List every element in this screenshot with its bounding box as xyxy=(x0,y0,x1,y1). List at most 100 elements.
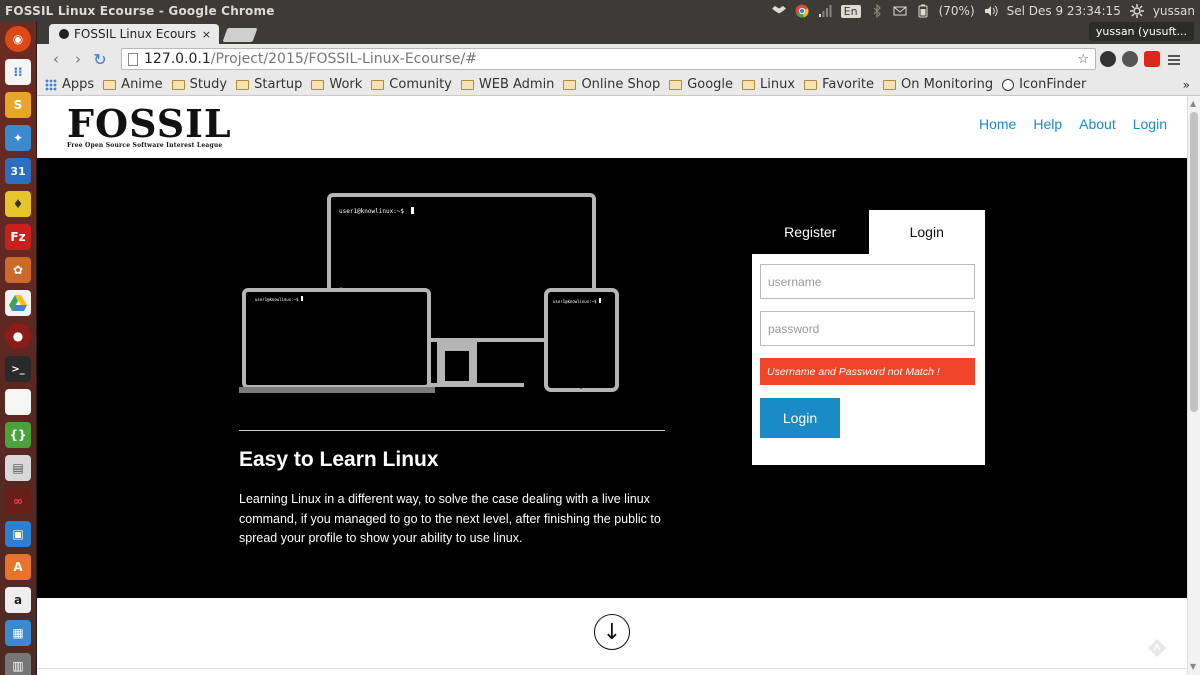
bookmark-label: Startup xyxy=(254,77,303,92)
software-center-icon[interactable]: A xyxy=(5,554,31,580)
close-icon[interactable]: × xyxy=(202,28,211,41)
page-scrollbar[interactable]: ▲ ▼ xyxy=(1187,96,1200,675)
network-signal-icon[interactable] xyxy=(818,4,832,18)
extension-icon[interactable] xyxy=(1100,51,1116,67)
bookmark-label: Anime xyxy=(121,77,163,92)
sublime-icon[interactable]: S xyxy=(5,92,31,118)
scroll-down-arrow-icon[interactable]: ▼ xyxy=(1190,662,1196,671)
compass-icon[interactable]: ✦ xyxy=(5,125,31,151)
tab-login[interactable]: Login xyxy=(868,210,985,254)
bookmark-label: Apps xyxy=(62,77,95,92)
tablet-terminal-prompt: user1@knowlinux:~$ xyxy=(553,299,597,304)
mail-icon[interactable] xyxy=(893,4,907,18)
fossil-favicon-icon xyxy=(59,29,69,39)
nav-link-about[interactable]: About xyxy=(1079,116,1116,132)
section-divider xyxy=(37,668,1187,669)
browser-tab[interactable]: FOSSIL Linux Ecours × xyxy=(49,24,219,44)
bookmark-item[interactable]: Google xyxy=(669,77,733,92)
trash-icon[interactable]: ▥ xyxy=(5,653,31,675)
bookmark-label: Google xyxy=(687,77,734,92)
folder-icon xyxy=(371,79,385,90)
keyboard-language-indicator[interactable]: En xyxy=(840,4,861,18)
bookmark-star-icon[interactable]: ☆ xyxy=(1077,52,1095,67)
bookmark-label: IconFinder xyxy=(1019,77,1087,92)
terminal-icon[interactable]: >_ xyxy=(5,356,31,382)
os-top-panel: FOSSIL Linux Ecourse - Google Chrome En … xyxy=(0,0,1200,22)
filezilla-icon[interactable]: Fz xyxy=(5,224,31,250)
folder-icon xyxy=(171,79,185,90)
clock[interactable]: Sel Des 9 23:34:15 xyxy=(1007,4,1121,18)
github-icon[interactable]: ● xyxy=(5,323,31,349)
bookmark-item[interactable]: WEB Admin xyxy=(460,77,554,92)
workspace-switcher-icon[interactable]: ▦ xyxy=(5,620,31,646)
gimp-icon[interactable]: ✿ xyxy=(5,257,31,283)
notes-icon[interactable]: ♦ xyxy=(5,191,31,217)
ubuntu-dash-icon[interactable]: ◉ xyxy=(5,26,31,52)
bookmarks-overflow-button[interactable]: » xyxy=(1183,78,1200,92)
devices-illustration: user1@knowlinux:~$ user1@knowlinux:~$ us… xyxy=(239,193,619,393)
login-button[interactable]: Login xyxy=(760,398,840,438)
bookmark-item[interactable]: Apps xyxy=(45,77,94,92)
scroll-up-icon[interactable]: ▲ xyxy=(1190,99,1196,108)
tab-title: FOSSIL Linux Ecours xyxy=(74,27,197,41)
nav-link-login[interactable]: Login xyxy=(1133,116,1167,132)
gear-icon[interactable] xyxy=(1129,4,1144,18)
glasses-icon[interactable]: ∞ xyxy=(5,488,31,514)
scroll-down-icon[interactable]: ↓ xyxy=(594,614,630,650)
folder-icon xyxy=(563,79,577,90)
volume-icon[interactable] xyxy=(984,4,998,18)
bookmark-item[interactable]: Startup xyxy=(236,77,302,92)
iconfinder-icon xyxy=(1002,78,1015,91)
flipboard-icon[interactable] xyxy=(1144,51,1160,67)
reload-icon[interactable]: ↻ xyxy=(89,50,111,69)
bookmark-label: Linux xyxy=(760,77,796,92)
screenshot-icon[interactable]: ▣ xyxy=(5,521,31,547)
new-tab-button[interactable] xyxy=(222,28,258,42)
bookmark-item[interactable]: Work xyxy=(311,77,362,92)
profile-button[interactable]: yussan (yusuft... xyxy=(1088,22,1194,41)
tab-register[interactable]: Register xyxy=(752,210,869,254)
files-icon[interactable]: ▤ xyxy=(5,455,31,481)
menu-icon[interactable] xyxy=(1167,52,1181,66)
bookmark-item[interactable]: Comunity xyxy=(371,77,452,92)
chrome-icon[interactable] xyxy=(795,4,809,18)
bookmark-label: Work xyxy=(329,77,363,92)
os-username[interactable]: yussan xyxy=(1153,4,1195,18)
battery-icon[interactable] xyxy=(916,4,930,18)
site-nav: Home Help About Login xyxy=(979,116,1167,132)
amazon-icon[interactable]: a xyxy=(5,587,31,613)
bookmark-item[interactable]: IconFinder xyxy=(1002,77,1086,92)
username-input[interactable] xyxy=(760,264,975,299)
bookmark-item[interactable]: On Monitoring xyxy=(883,77,993,92)
text-editor-icon[interactable] xyxy=(5,389,31,415)
forward-icon[interactable]: › xyxy=(67,50,89,68)
bookmark-item[interactable]: Favorite xyxy=(804,77,874,92)
bookmark-item[interactable]: Online Shop xyxy=(563,77,660,92)
bookmark-label: On Monitoring xyxy=(901,77,994,92)
back-to-top-icon[interactable] xyxy=(1147,638,1167,658)
nav-link-help[interactable]: Help xyxy=(1033,116,1062,132)
login-card: Register Login Username and Password not… xyxy=(752,210,985,465)
brackets-icon[interactable]: {} xyxy=(5,422,31,448)
back-icon[interactable]: ‹ xyxy=(45,50,67,68)
nav-link-home[interactable]: Home xyxy=(979,116,1016,132)
google-drive-icon[interactable] xyxy=(5,290,31,316)
clock-extension-icon[interactable] xyxy=(1122,51,1138,67)
bookmark-item[interactable]: Linux xyxy=(742,77,795,92)
bookmark-item[interactable]: Study xyxy=(171,77,227,92)
bluetooth-icon[interactable] xyxy=(870,3,884,19)
chrome-apps-icon[interactable]: ⁝⁝ xyxy=(5,59,31,85)
logo-tagline: Free Open Source Software Interest Leagu… xyxy=(67,142,223,149)
scrollbar-thumb[interactable] xyxy=(1190,112,1198,412)
bookmark-item[interactable]: Anime xyxy=(103,77,163,92)
url-path: /Project/2015/FOSSIL-Linux-Ecourse/# xyxy=(210,51,477,67)
web-page: FOSSIL Free Open Source Software Interes… xyxy=(37,96,1187,675)
password-input[interactable] xyxy=(760,311,975,346)
address-bar[interactable]: 127.0.0.1/Project/2015/FOSSIL-Linux-Ecou… xyxy=(121,48,1096,70)
calendar-icon[interactable]: 31 xyxy=(5,158,31,184)
fossil-logo[interactable]: FOSSIL xyxy=(67,104,232,144)
url-host: 127.0.0.1 xyxy=(144,51,211,67)
bookmark-label: Favorite xyxy=(822,77,875,92)
dropbox-icon[interactable] xyxy=(771,4,786,18)
hero-divider xyxy=(239,430,665,431)
